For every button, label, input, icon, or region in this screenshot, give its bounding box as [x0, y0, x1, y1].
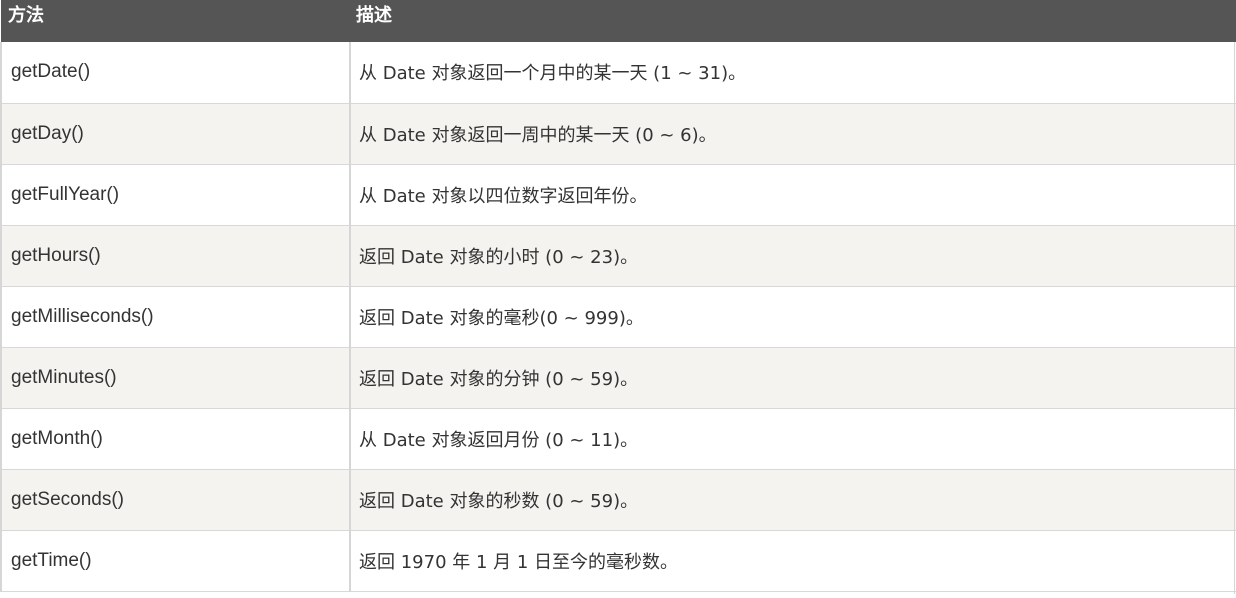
reference-table-container: 方法 描述 getDate() 从 Date 对象返回一个月中的某一天 (1 ~… — [0, 0, 1236, 598]
table-header: 方法 描述 — [1, 0, 1236, 42]
table-row: getHours() 返回 Date 对象的小时 (0 ~ 23)。 — [0, 225, 1236, 287]
table-row: getMilliseconds() 返回 Date 对象的毫秒(0 ~ 999)… — [0, 286, 1236, 348]
method-cell: getMilliseconds() — [0, 286, 350, 348]
column-header-method: 方法 — [8, 5, 44, 26]
header-row: 方法 描述 — [1, 0, 1236, 42]
table-right-border — [1234, 42, 1235, 594]
method-cell: getMonth() — [0, 408, 350, 470]
table-row: getMinutes() 返回 Date 对象的分钟 (0 ~ 59)。 — [0, 347, 1236, 409]
table-row: getTime() 返回 1970 年 1 月 1 日至今的毫秒数。 — [0, 530, 1236, 592]
method-cell: getHours() — [0, 225, 350, 287]
description-cell: 从 Date 对象返回一个月中的某一天 (1 ~ 31)。 — [349, 42, 1236, 104]
description-cell: 返回 Date 对象的秒数 (0 ~ 59)。 — [349, 469, 1236, 531]
table-row: getDate() 从 Date 对象返回一个月中的某一天 (1 ~ 31)。 — [0, 42, 1236, 104]
method-cell: getSeconds() — [0, 469, 350, 531]
method-cell: getFullYear() — [0, 164, 350, 226]
description-cell: 从 Date 对象返回月份 (0 ~ 11)。 — [349, 408, 1236, 470]
date-methods-table: 方法 描述 getDate() 从 Date 对象返回一个月中的某一天 (1 ~… — [0, 0, 1236, 592]
method-cell: getDay() — [0, 103, 350, 165]
method-cell: getTime() — [0, 530, 350, 592]
table-row: getMonth() 从 Date 对象返回月份 (0 ~ 11)。 — [0, 408, 1236, 470]
description-cell: 返回 1970 年 1 月 1 日至今的毫秒数。 — [349, 530, 1236, 592]
description-cell: 从 Date 对象返回一周中的某一天 (0 ~ 6)。 — [349, 103, 1236, 165]
description-cell: 返回 Date 对象的毫秒(0 ~ 999)。 — [349, 286, 1236, 348]
table-row: getDay() 从 Date 对象返回一周中的某一天 (0 ~ 6)。 — [0, 103, 1236, 165]
table-body: getDate() 从 Date 对象返回一个月中的某一天 (1 ~ 31)。 … — [0, 42, 1236, 592]
table-row: getFullYear() 从 Date 对象以四位数字返回年份。 — [0, 164, 1236, 226]
method-cell: getDate() — [0, 42, 350, 104]
description-cell: 返回 Date 对象的分钟 (0 ~ 59)。 — [349, 347, 1236, 409]
description-cell: 从 Date 对象以四位数字返回年份。 — [349, 164, 1236, 226]
description-cell: 返回 Date 对象的小时 (0 ~ 23)。 — [349, 225, 1236, 287]
method-cell: getMinutes() — [0, 347, 350, 409]
column-header-description: 描述 — [356, 5, 392, 26]
table-row: getSeconds() 返回 Date 对象的秒数 (0 ~ 59)。 — [0, 469, 1236, 531]
